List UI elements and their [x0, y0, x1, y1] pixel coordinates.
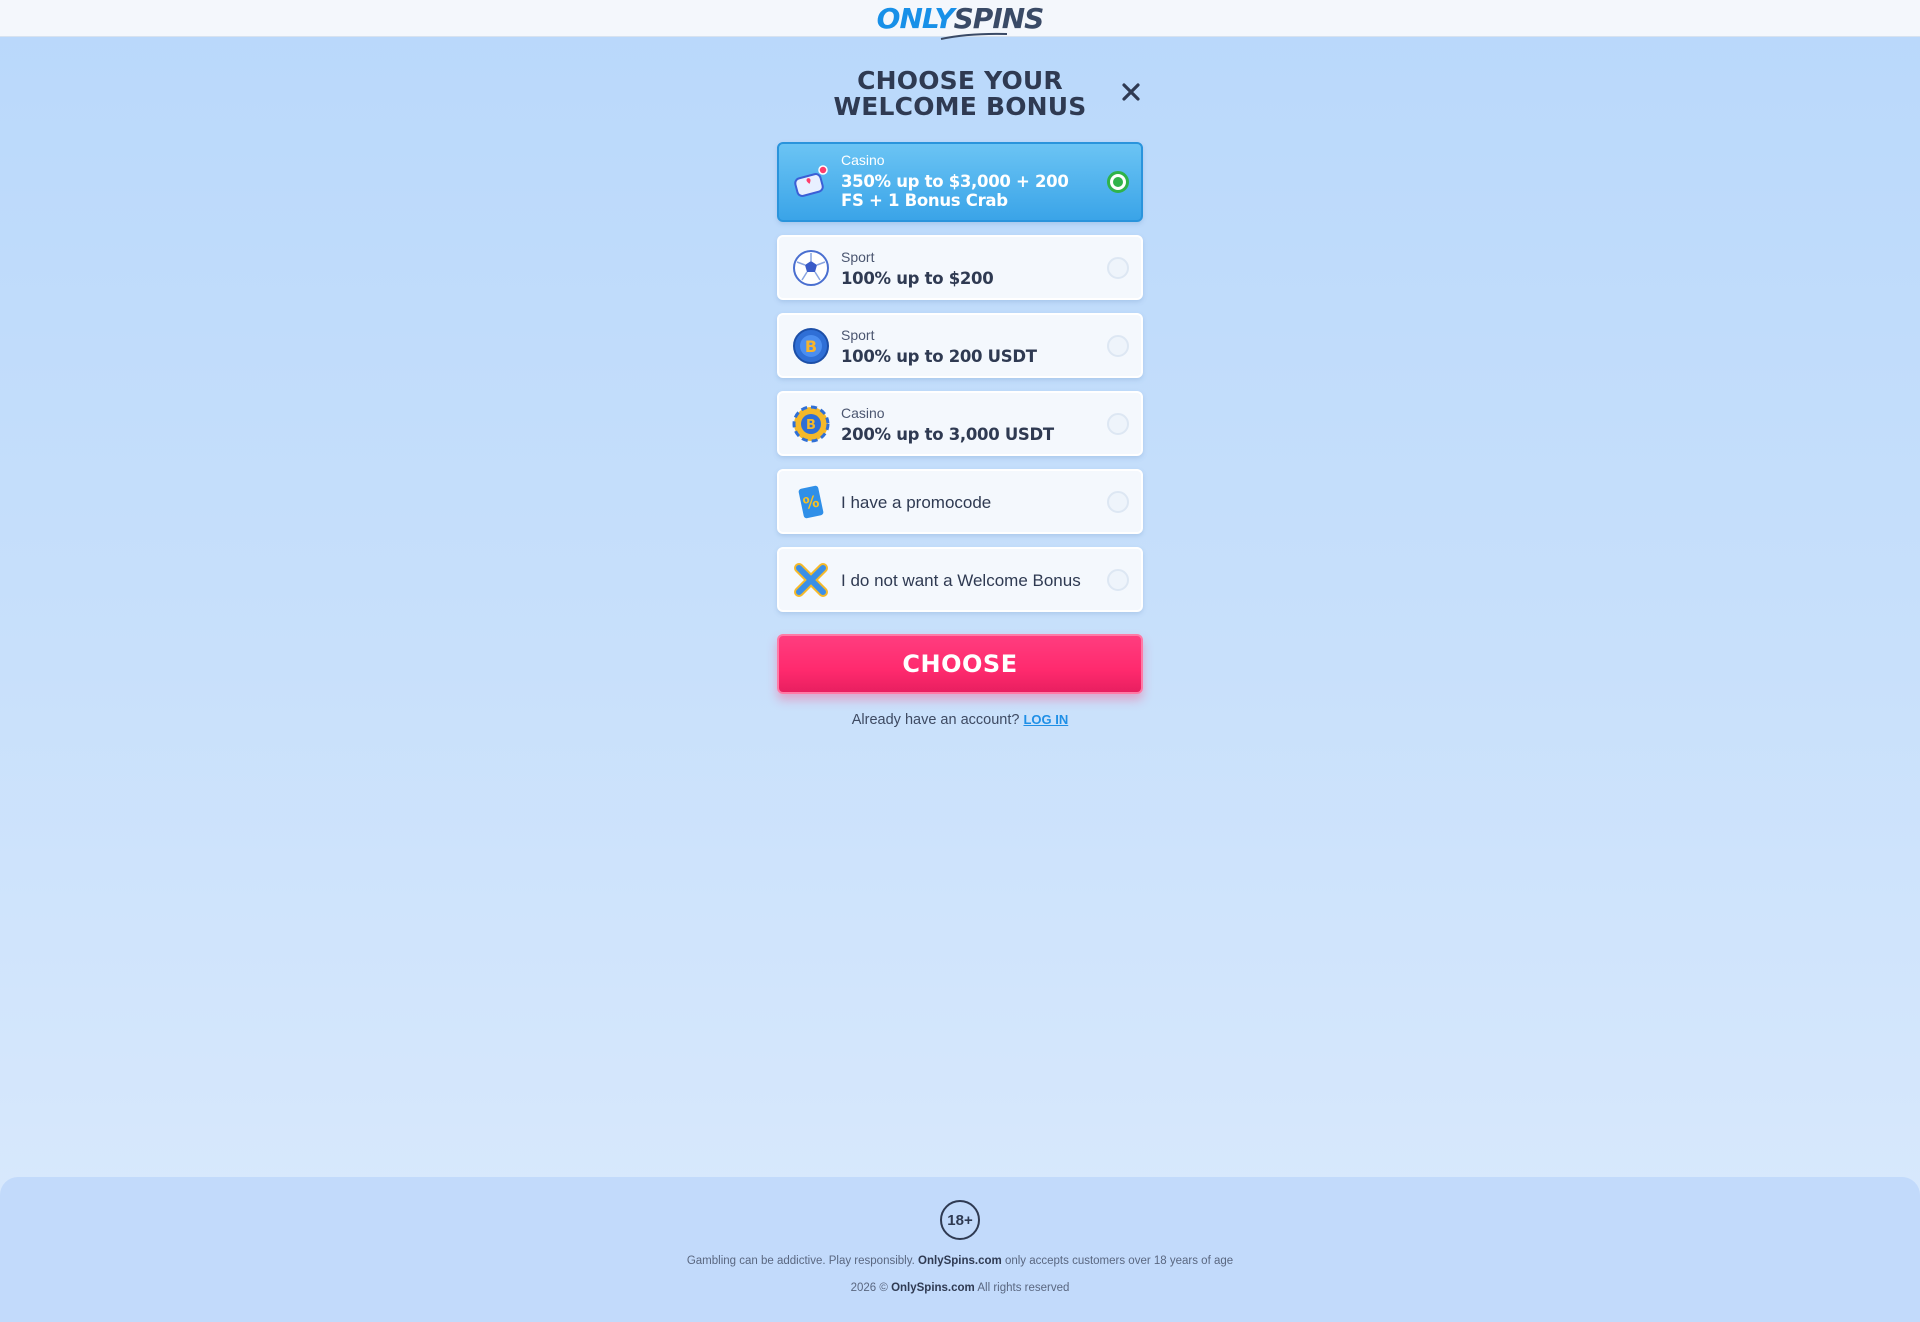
- x-mark-icon: [791, 560, 831, 600]
- option-category: Sport: [841, 327, 875, 343]
- modal-title-line1: CHOOSE YOUR: [857, 66, 1063, 95]
- login-link[interactable]: LOG IN: [1023, 712, 1068, 727]
- footer-line2-pre: 2026 ©: [850, 1282, 888, 1294]
- svg-text:B: B: [806, 418, 816, 433]
- modal-header: CHOOSE YOUR WELCOME BONUS: [777, 62, 1143, 134]
- modal-title: CHOOSE YOUR WELCOME BONUS: [777, 68, 1143, 120]
- option-title: 100% up to $200: [841, 269, 994, 288]
- option-category: Casino: [841, 405, 885, 421]
- footer: 18+ Gambling can be addictive. Play resp…: [0, 1177, 1920, 1322]
- bonus-option-casino-usdt[interactable]: B Casino 200% up to 3,000 USDT: [777, 391, 1143, 456]
- casino-gift-icon: [791, 162, 831, 202]
- option-title: 350% up to $3,000 + 200 FS + 1 Bonus Cra…: [841, 172, 1069, 210]
- bonus-option-no-bonus[interactable]: I do not want a Welcome Bonus: [777, 547, 1143, 612]
- bitcoin-coin-icon: B: [791, 326, 831, 366]
- welcome-bonus-modal: CHOOSE YOUR WELCOME BONUS Casino 350% up…: [777, 62, 1143, 728]
- footer-brand-link-2[interactable]: OnlySpins.com: [891, 1282, 975, 1294]
- footer-line1-pre: Gambling can be addictive. Play responsi…: [686, 1255, 915, 1267]
- crypto-chip-icon: B: [791, 404, 831, 444]
- footer-brand-link[interactable]: OnlySpins.com: [918, 1255, 1002, 1267]
- option-category: Sport: [841, 249, 875, 265]
- close-icon: [1122, 83, 1140, 101]
- choose-button[interactable]: CHOOSE: [777, 634, 1143, 694]
- top-bar: ONLY SPINS: [0, 0, 1920, 40]
- bonus-option-promocode[interactable]: % I have a promocode: [777, 469, 1143, 534]
- radio[interactable]: [1107, 490, 1129, 513]
- svg-text:B: B: [805, 337, 817, 356]
- option-category: Casino: [841, 152, 885, 168]
- radio[interactable]: [1107, 412, 1129, 435]
- radio[interactable]: [1107, 334, 1129, 357]
- option-label: I do not want a Welcome Bonus: [841, 571, 1081, 590]
- radio[interactable]: [1107, 568, 1129, 591]
- onlyspins-logo[interactable]: ONLY SPINS: [877, 2, 1044, 40]
- login-row: Already have an account? LOG IN: [777, 712, 1143, 728]
- percent-ticket-icon: %: [791, 482, 831, 522]
- bonus-option-sport-200[interactable]: Sport 100% up to $200: [777, 235, 1143, 300]
- soccer-ball-icon: [791, 248, 831, 288]
- footer-line1-post: only accepts customers over 18 years of …: [1004, 1255, 1234, 1267]
- option-label: I have a promocode: [841, 493, 992, 512]
- bonus-option-sport-usdt[interactable]: B Sport 100% up to 200 USDT: [777, 313, 1143, 378]
- modal-title-line2: WELCOME BONUS: [833, 92, 1087, 121]
- bonus-option-casino-350[interactable]: Casino 350% up to $3,000 + 200 FS + 1 Bo…: [777, 142, 1143, 222]
- radio[interactable]: [1107, 256, 1129, 279]
- option-title: 200% up to 3,000 USDT: [841, 425, 1054, 444]
- responsible-gambling-text: Gambling can be addictive. Play responsi…: [0, 1255, 1920, 1267]
- close-button[interactable]: [1119, 80, 1143, 104]
- copyright-text: 2026 © OnlySpins.com All rights reserved: [0, 1282, 1920, 1294]
- radio-selected[interactable]: [1107, 171, 1129, 193]
- logo-swoosh: [940, 32, 1007, 40]
- option-title: 100% up to 200 USDT: [841, 347, 1037, 366]
- age-restriction-badge: 18+: [940, 1200, 980, 1240]
- login-prompt: Already have an account?: [851, 712, 1020, 728]
- footer-line2-post: All rights reserved: [977, 1282, 1070, 1294]
